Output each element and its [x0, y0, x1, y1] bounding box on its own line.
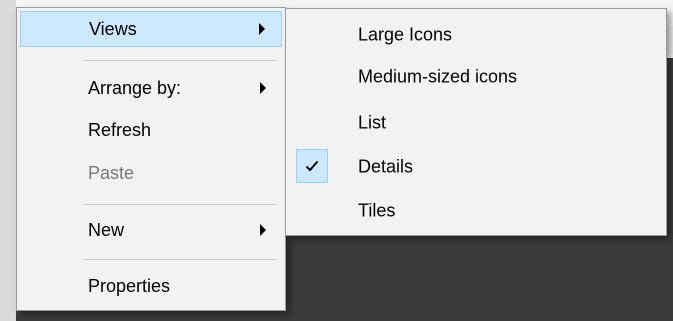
menu-item-paste: Paste: [20, 155, 282, 191]
submenu-item-label: Tiles: [358, 200, 396, 221]
submenu-item-tiles[interactable]: Tiles: [286, 191, 666, 231]
submenu-arrow-icon: [259, 23, 265, 35]
menu-separator: [83, 60, 277, 61]
submenu-arrow-icon: [260, 82, 266, 94]
checkmark-icon: [296, 149, 328, 183]
menu-item-properties[interactable]: Properties: [20, 268, 282, 304]
menu-item-label: Views: [89, 18, 137, 39]
submenu-item-medium-icons[interactable]: Medium-sized icons: [286, 57, 666, 97]
submenu-item-label: Medium-sized icons: [358, 66, 518, 87]
menu-separator: [83, 204, 277, 205]
submenu-item-label: Large Icons: [358, 24, 453, 45]
menu-item-label: New: [88, 219, 125, 240]
context-menu: Views Arrange by: Refresh Paste New Prop…: [16, 7, 286, 311]
submenu-item-label: Details: [358, 156, 414, 177]
submenu-item-label: List: [358, 112, 387, 133]
menu-item-label: Refresh: [88, 119, 152, 140]
menu-item-refresh[interactable]: Refresh: [20, 112, 282, 148]
menu-item-arrange-by[interactable]: Arrange by:: [20, 70, 282, 106]
submenu-arrow-icon: [260, 224, 266, 236]
submenu-item-large-icons[interactable]: Large Icons: [286, 15, 666, 55]
menu-item-label: Paste: [88, 162, 135, 183]
submenu-item-details[interactable]: Details: [286, 147, 666, 187]
submenu-item-list[interactable]: List: [286, 103, 666, 143]
menu-item-label: Properties: [88, 275, 171, 296]
menu-item-views[interactable]: Views: [20, 11, 282, 47]
menu-separator: [83, 259, 277, 260]
left-edge-panel: [0, 0, 16, 321]
menu-item-new[interactable]: New: [20, 212, 282, 248]
menu-item-label: Arrange by:: [88, 77, 182, 98]
views-submenu: Large Icons Medium-sized icons List Deta…: [285, 8, 667, 236]
